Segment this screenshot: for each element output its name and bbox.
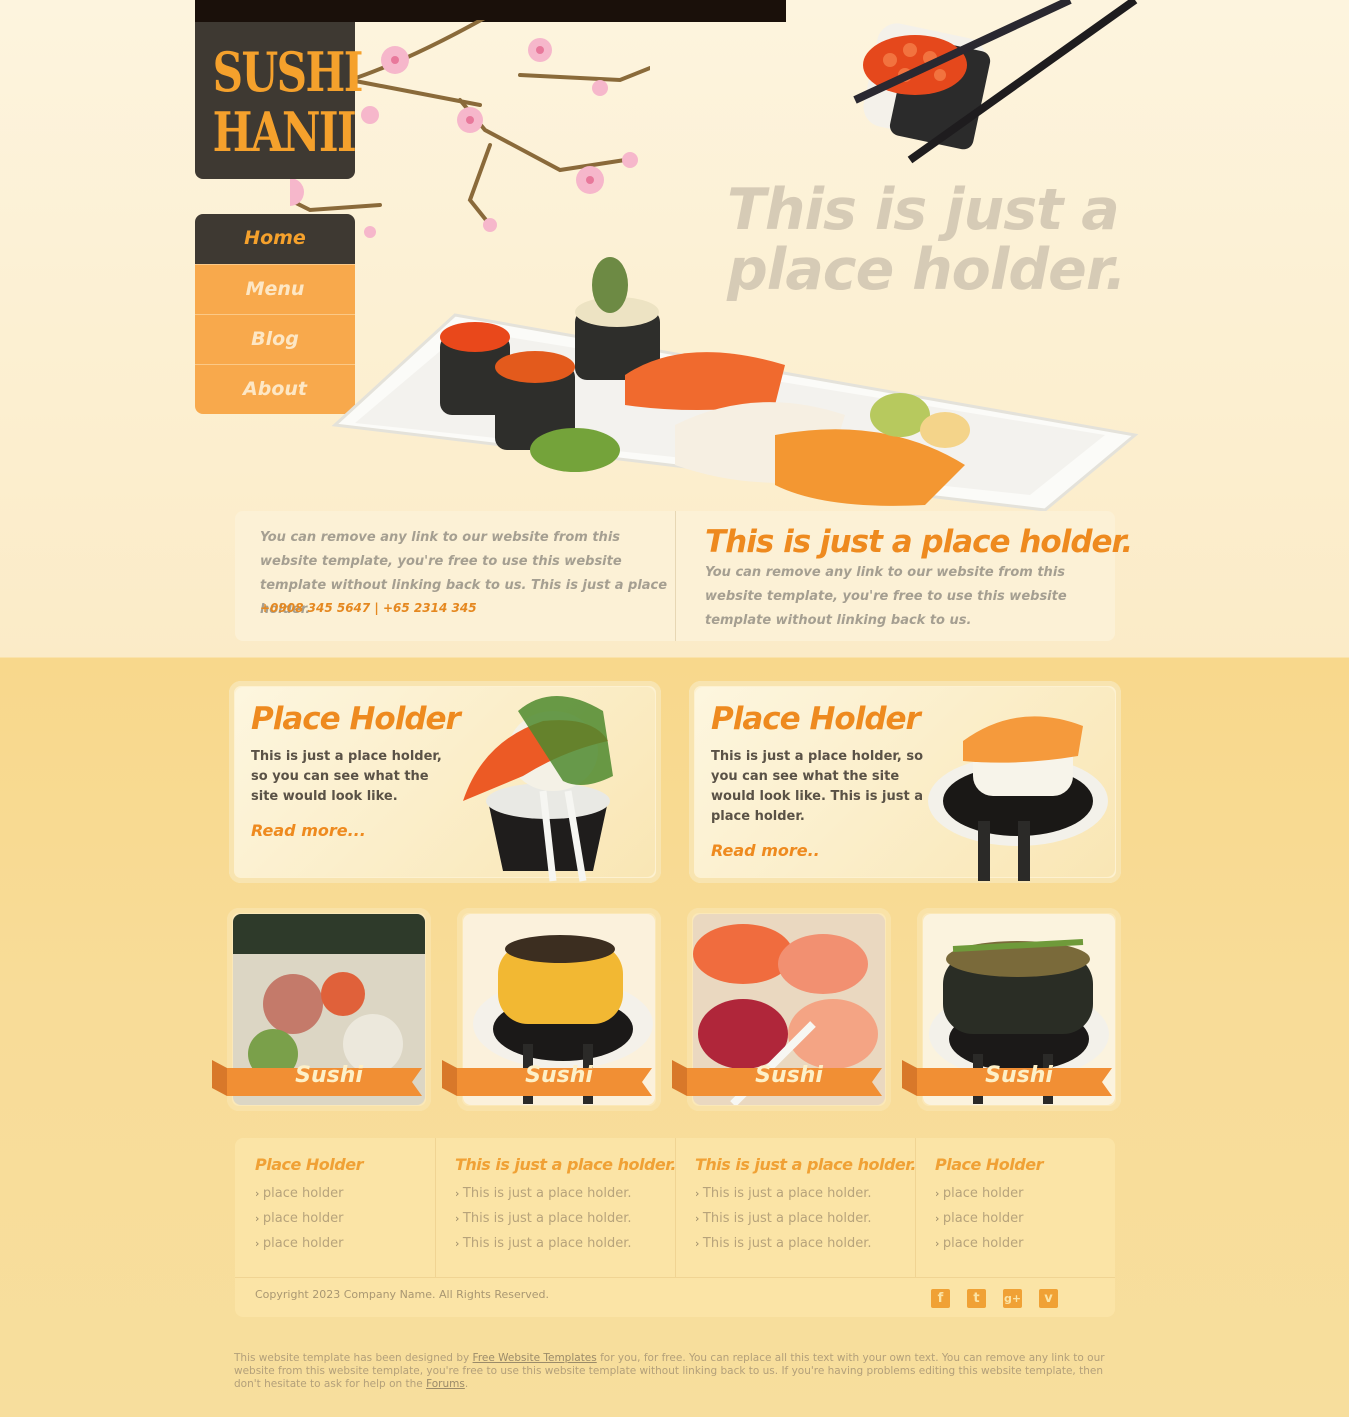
footer-divider	[435, 1138, 436, 1277]
copyright-text: Copyright 2023 Company Name. All Rights …	[255, 1288, 550, 1301]
credit-text: This website template has been designed …	[234, 1352, 1118, 1391]
feature-title: Place Holder	[251, 701, 461, 737]
sushi-plate-image	[331, 257, 1139, 512]
footer-link[interactable]: place holder	[255, 1211, 344, 1226]
feature-text: This is just a place holder, so you can …	[711, 749, 924, 824]
gallery-thumb[interactable]: Sushi	[212, 908, 431, 1111]
intro-right-title: This is just a place holder.	[705, 524, 1133, 560]
footer-col-title: Place Holder	[255, 1155, 363, 1174]
read-more-link[interactable]: Read more..	[711, 841, 820, 860]
feature-card: Place Holder This is just a place holder…	[689, 681, 1121, 883]
footer-link[interactable]: This is just a place holder.	[455, 1186, 632, 1201]
free-website-templates-link[interactable]: Free Website Templates	[473, 1352, 597, 1364]
google-plus-icon[interactable]: g+	[1003, 1289, 1022, 1308]
shrimp-sushi-image	[463, 696, 613, 882]
gallery-thumb[interactable]: Sushi	[672, 908, 891, 1111]
footer-link[interactable]: place holder	[935, 1211, 1024, 1226]
gallery-thumb[interactable]: Sushi	[442, 908, 661, 1111]
footer-col-title: This is just a place holder.	[455, 1155, 676, 1174]
gallery-thumb[interactable]: Sushi	[902, 908, 1121, 1111]
footer-panel: Place Holder place holder place holder p…	[235, 1138, 1115, 1317]
credit-part-3: .	[464, 1378, 469, 1390]
logo-line-2: HANII	[212, 100, 357, 164]
footer-link[interactable]: This is just a place holder.	[455, 1211, 632, 1226]
footer-link[interactable]: This is just a place holder.	[695, 1186, 872, 1201]
phone-numbers: +0908 345 5647 | +65 2314 345	[260, 601, 477, 615]
thumb-label: Sushi	[295, 1063, 363, 1088]
footer-link[interactable]: place holder	[255, 1236, 344, 1251]
vimeo-icon[interactable]: v	[1039, 1289, 1058, 1308]
credit-part-1: This website template has been designed …	[234, 1352, 470, 1364]
footer-link[interactable]: place holder	[255, 1186, 344, 1201]
footer-col-title: This is just a place holder.	[695, 1155, 916, 1174]
footer-link[interactable]: place holder	[935, 1236, 1024, 1251]
footer-rule	[235, 1277, 1115, 1278]
intro-panel: You can remove any link to our website f…	[235, 511, 1133, 641]
forums-link[interactable]: Forums	[426, 1378, 465, 1390]
top-bar	[195, 0, 786, 22]
twitter-icon[interactable]: t	[967, 1289, 986, 1308]
feature-title: Place Holder	[711, 701, 921, 737]
chopsticks-sushi-image	[853, 0, 1138, 164]
footer-link[interactable]: This is just a place holder.	[695, 1236, 872, 1251]
feature-card: Place Holder This is just a place holder…	[229, 681, 661, 883]
footer-col-title: Place Holder	[935, 1155, 1043, 1174]
footer-link[interactable]: This is just a place holder.	[695, 1211, 872, 1226]
salmon-sushi-image	[928, 716, 1108, 881]
logo-line-1: SUSHI	[212, 40, 364, 104]
facebook-icon[interactable]: f	[931, 1289, 950, 1308]
read-more-link[interactable]: Read more...	[251, 821, 366, 840]
intro-right-text: You can remove any link to our website f…	[705, 565, 1067, 628]
footer-link[interactable]: place holder	[935, 1186, 1024, 1201]
footer-link[interactable]: This is just a place holder.	[455, 1236, 632, 1251]
hero-title-line-1: This is just a	[727, 177, 1120, 243]
thumb-label: Sushi	[755, 1063, 823, 1088]
feature-text: This is just a place holder, so you can …	[251, 749, 442, 804]
site-logo[interactable]: SUSHI HANII	[195, 22, 364, 179]
thumb-label: Sushi	[985, 1063, 1053, 1088]
thumb-label: Sushi	[525, 1063, 593, 1088]
intro-divider	[675, 511, 676, 641]
